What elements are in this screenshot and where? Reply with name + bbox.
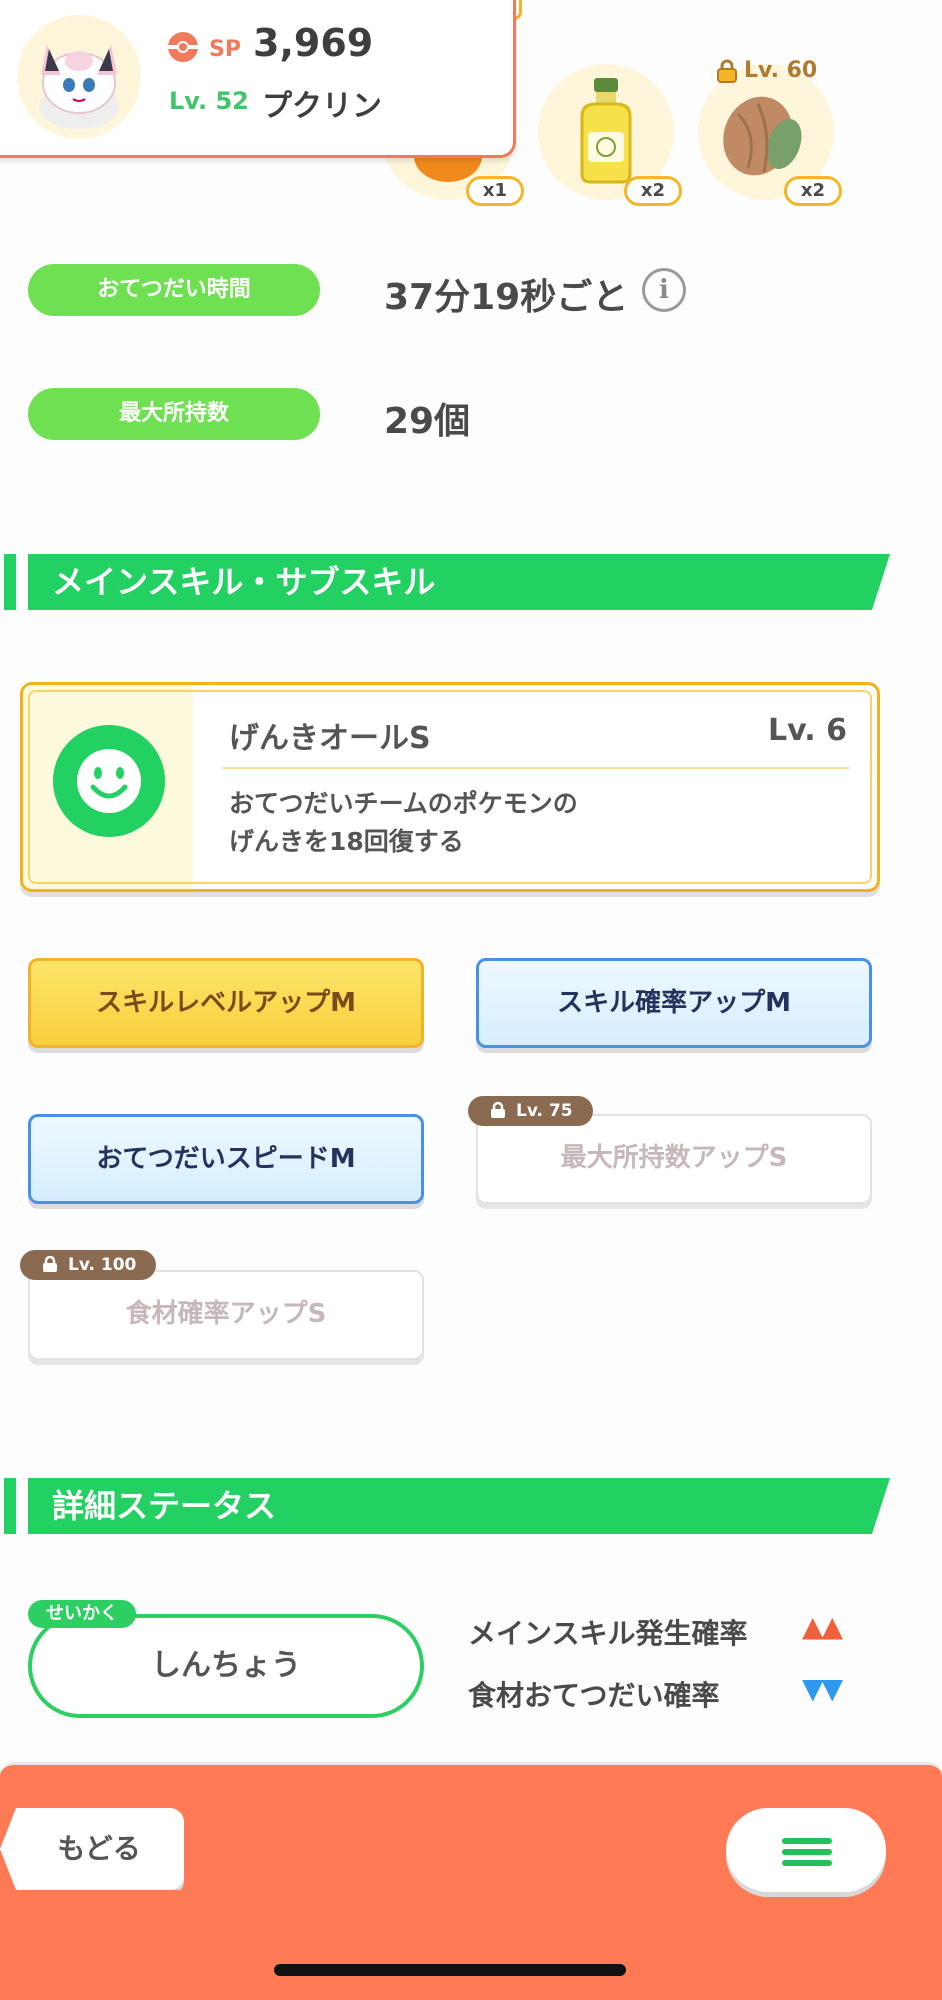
hamburger-icon [782,1838,832,1844]
pokemon-name: プクリン [262,89,382,124]
sub-skill-button[interactable]: スキルレベルアップM [28,958,424,1048]
desc-line: げんきを18回復する [229,827,464,856]
ingredient-cacao[interactable]: x2 [698,64,842,206]
nature-down-label: 食材おてつだい確率 [468,1679,720,1712]
sub-skill-button-locked[interactable]: 食材確率アップS [28,1270,424,1360]
unlock-level-text: Lv. 60 [744,58,818,83]
max-carry-value: 29個 [384,401,471,442]
sub-skill-button-locked[interactable]: 最大所持数アップS [476,1114,872,1204]
main-skill-description: おてつだいチームのポケモンの げんきを18回復する [229,785,578,861]
sp-value: 3,969 [253,21,374,65]
lock-badge: Lv. 100 [20,1250,157,1280]
max-carry-label: 最大所持数 [28,388,320,440]
home-indicator[interactable] [274,1964,626,1976]
sp-label: SP [209,37,241,62]
lock-icon [43,1256,57,1272]
nature-tag: せいかく [28,1600,136,1628]
menu-button[interactable] [726,1808,886,1892]
section-title: メインスキル・サブスキル [28,554,890,610]
down-arrows-icon: ▼▼ [802,1672,843,1705]
lock-badge: Lv. 75 [468,1096,593,1126]
ingredient-unlock-level: Lv. 60 [716,58,817,83]
section-title: 詳細ステータス [28,1478,890,1534]
pokemon-avatar [17,15,141,139]
help-time-value: 37分19秒ごと [384,277,629,318]
main-skill-card[interactable]: げんきオールS Lv. 6 おてつだいチームのポケモンの げんきを18回復する [20,682,880,892]
sub-skill-button[interactable]: おてつだいスピードM [28,1114,424,1204]
pokemon-level: Lv. 52 [169,87,249,115]
ingredient-count: x2 [624,176,682,206]
ingredient-count: x2 [784,176,842,206]
help-time-label: おてつだい時間 [28,264,320,316]
skills-section-header: メインスキル・サブスキル [0,554,890,610]
unlock-level-text: Lv. 75 [516,1101,573,1121]
main-skill-level: Lv. 6 [768,713,847,748]
sub-skill-button[interactable]: スキル確率アップM [476,958,872,1048]
back-button[interactable]: もどる [0,1808,184,1890]
ingredient-oil[interactable]: x2 [538,64,682,206]
desc-line: おてつだいチームのポケモンの [229,789,578,818]
sp-icon [168,32,198,62]
up-arrows-icon: ▲▲ [802,1610,843,1643]
info-icon[interactable]: i [642,268,686,312]
pokemon-header-card: SP 3,969 Lv. 52 プクリン [0,0,516,158]
nature-up-label: メインスキル発生確率 [468,1617,748,1650]
lock-icon [717,59,737,83]
status-section-header: 詳細ステータス [0,1478,890,1534]
lock-icon [491,1102,505,1118]
divider [223,767,849,769]
nature-box[interactable]: しんちょう [28,1614,424,1718]
unlock-level-text: Lv. 100 [68,1255,137,1275]
main-skill-name: げんきオールS [229,721,431,756]
ingredient-count: x1 [466,176,524,206]
